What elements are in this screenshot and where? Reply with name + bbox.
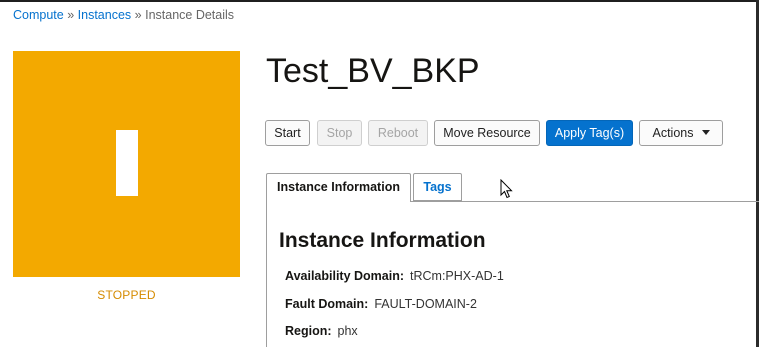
availability-domain-value: tRCm:PHX-AD-1 (410, 269, 504, 283)
breadcrumb-separator: » (134, 8, 142, 22)
fault-domain-value: FAULT-DOMAIN-2 (374, 297, 477, 311)
move-resource-button[interactable]: Move Resource (434, 120, 540, 146)
instance-badge: I (13, 51, 240, 277)
availability-domain-row: Availability Domain: tRCm:PHX-AD-1 (285, 269, 504, 283)
top-border (0, 0, 759, 2)
mouse-pointer-icon (500, 179, 513, 199)
region-label: Region: (285, 324, 332, 338)
actions-dropdown-button[interactable]: Actions (639, 120, 723, 146)
region-row: Region: phx (285, 324, 358, 338)
section-title: Instance Information (279, 229, 486, 252)
tab-tags[interactable]: Tags (413, 173, 462, 201)
fault-domain-label: Fault Domain: (285, 297, 369, 311)
region-value: phx (337, 324, 358, 338)
actions-label: Actions (652, 126, 694, 140)
chevron-down-icon (701, 130, 710, 135)
page-title: Test_BV_BKP (266, 52, 480, 90)
panel-border (266, 201, 267, 347)
instance-state: STOPPED (97, 288, 156, 302)
tab-instance-information[interactable]: Instance Information (266, 173, 411, 202)
start-button[interactable]: Start (265, 120, 310, 146)
reboot-button[interactable]: Reboot (368, 120, 428, 146)
breadcrumb: Compute » Instances » Instance Details (13, 8, 234, 22)
instance-badge-letter: I (116, 130, 138, 196)
stop-button[interactable]: Stop (317, 120, 362, 146)
availability-domain-label: Availability Domain: (285, 269, 405, 283)
breadcrumb-separator: » (67, 8, 75, 22)
breadcrumb-current: Instance Details (145, 8, 235, 22)
fault-domain-row: Fault Domain: FAULT-DOMAIN-2 (285, 297, 477, 311)
breadcrumb-instances-link[interactable]: Instances (78, 8, 132, 22)
apply-tags-button[interactable]: Apply Tag(s) (546, 120, 633, 146)
breadcrumb-compute-link[interactable]: Compute (13, 8, 64, 22)
